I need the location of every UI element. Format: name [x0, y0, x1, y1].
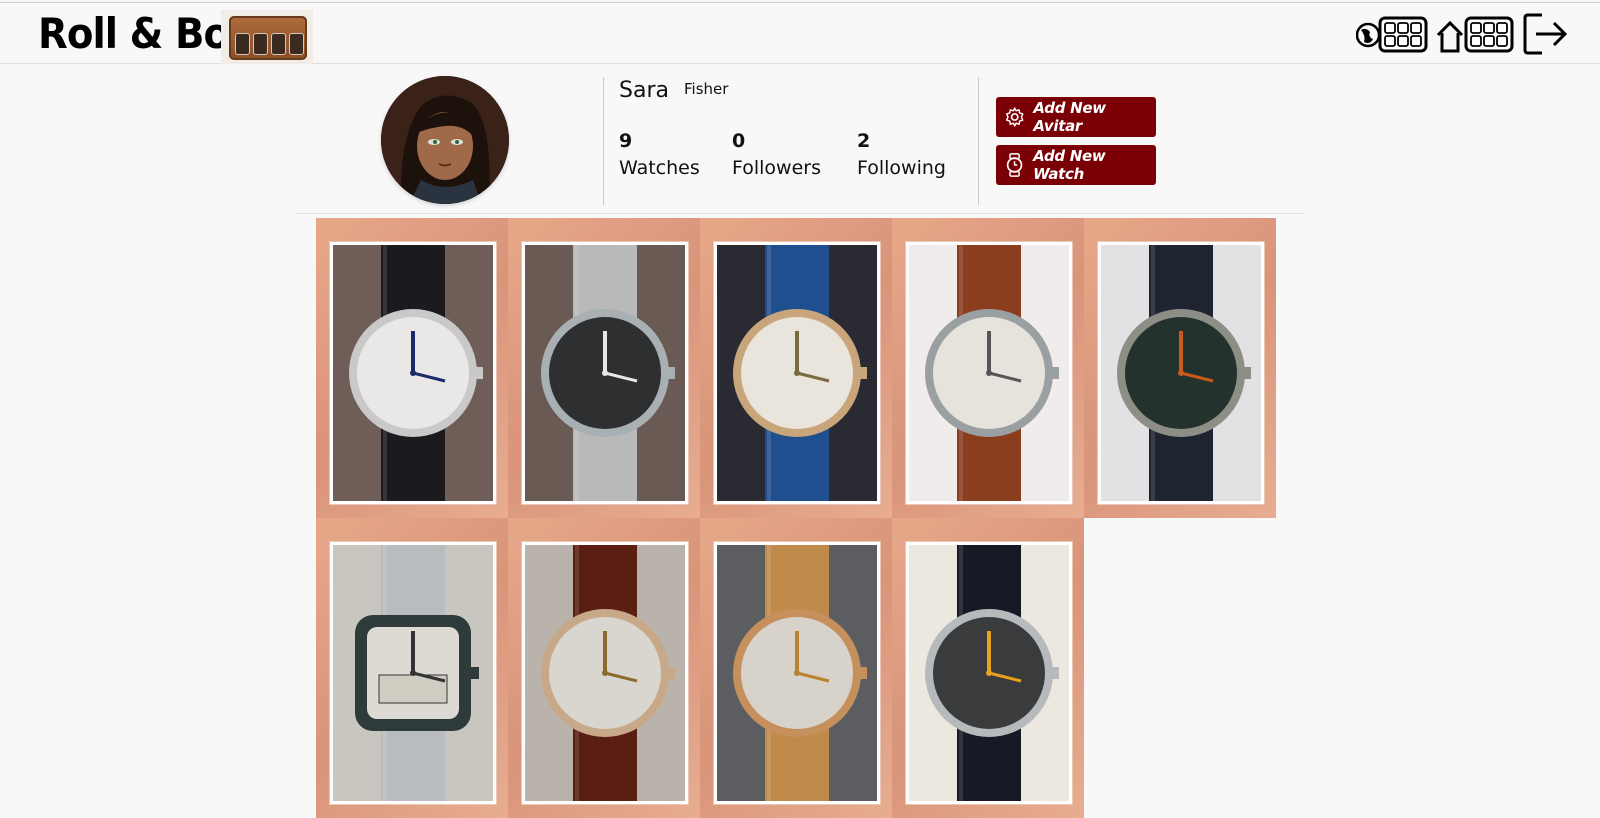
profile-first-name: Sara: [619, 78, 669, 103]
add-watch-label: Add New Watch: [1033, 147, 1106, 183]
watch-box-case-graphic: [229, 16, 307, 60]
watch-collection-grid: [316, 218, 1276, 818]
stat-watches-count: 9: [619, 130, 633, 152]
top-nav-bar: Roll & Box: [0, 2, 1600, 64]
globe-collection-icon[interactable]: [1356, 13, 1430, 55]
stat-watches[interactable]: 9 Watches: [619, 128, 700, 182]
watch-photo-frame: [522, 542, 688, 804]
watch-tile[interactable]: [892, 218, 1084, 518]
watch-photo: [333, 245, 493, 501]
add-avatar-button[interactable]: Add New Avitar: [996, 97, 1156, 137]
nav-actions: [1356, 11, 1568, 57]
watch-tile[interactable]: [316, 518, 508, 818]
add-watch-button[interactable]: Add New Watch: [996, 145, 1156, 185]
watch-tile[interactable]: [700, 218, 892, 518]
watch-photo-frame: [1098, 242, 1264, 504]
watch-tile[interactable]: [700, 518, 892, 818]
logout-icon[interactable]: [1522, 11, 1568, 57]
watch-photo-frame: [714, 542, 880, 804]
watch-photo-frame: [714, 242, 880, 504]
watch-photo-frame: [906, 242, 1072, 504]
profile-last-name: Fisher: [684, 80, 729, 98]
profile-divider-right: [978, 77, 979, 205]
watch-photo: [717, 545, 877, 801]
watch-photo: [909, 245, 1069, 501]
profile-separator: [296, 213, 1304, 214]
watch-photo: [717, 245, 877, 501]
stat-following-count: 2: [857, 130, 871, 152]
home-collection-icon[interactable]: [1436, 13, 1516, 55]
stat-followers-count: 0: [732, 130, 746, 152]
watch-photo-frame: [522, 242, 688, 504]
watch-box-logo[interactable]: [221, 10, 313, 64]
watch-tile[interactable]: [892, 518, 1084, 818]
watch-photo: [1101, 245, 1261, 501]
profile-divider-left: [603, 77, 604, 205]
stat-followers[interactable]: 0 Followers: [732, 128, 821, 182]
watch-photo-frame: [330, 242, 496, 504]
stat-watches-label: Watches: [619, 157, 700, 179]
stat-followers-label: Followers: [732, 157, 821, 179]
gear-icon: [1005, 107, 1024, 127]
add-avatar-label: Add New Avitar: [1033, 99, 1106, 135]
watch-photo-frame: [330, 542, 496, 804]
watch-tile[interactable]: [508, 518, 700, 818]
watch-photo: [333, 545, 493, 801]
watch-icon: [1006, 153, 1023, 177]
profile-avatar[interactable]: [381, 76, 509, 204]
watch-tile[interactable]: [316, 218, 508, 518]
watch-tile[interactable]: [1084, 218, 1276, 518]
stat-following-label: Following: [857, 157, 946, 179]
watch-photo: [525, 545, 685, 801]
stat-following[interactable]: 2 Following: [857, 128, 946, 182]
watch-tile[interactable]: [508, 218, 700, 518]
watch-photo: [909, 545, 1069, 801]
watch-photo-frame: [906, 542, 1072, 804]
avatar-illustration: [381, 76, 509, 204]
watch-photo: [525, 245, 685, 501]
